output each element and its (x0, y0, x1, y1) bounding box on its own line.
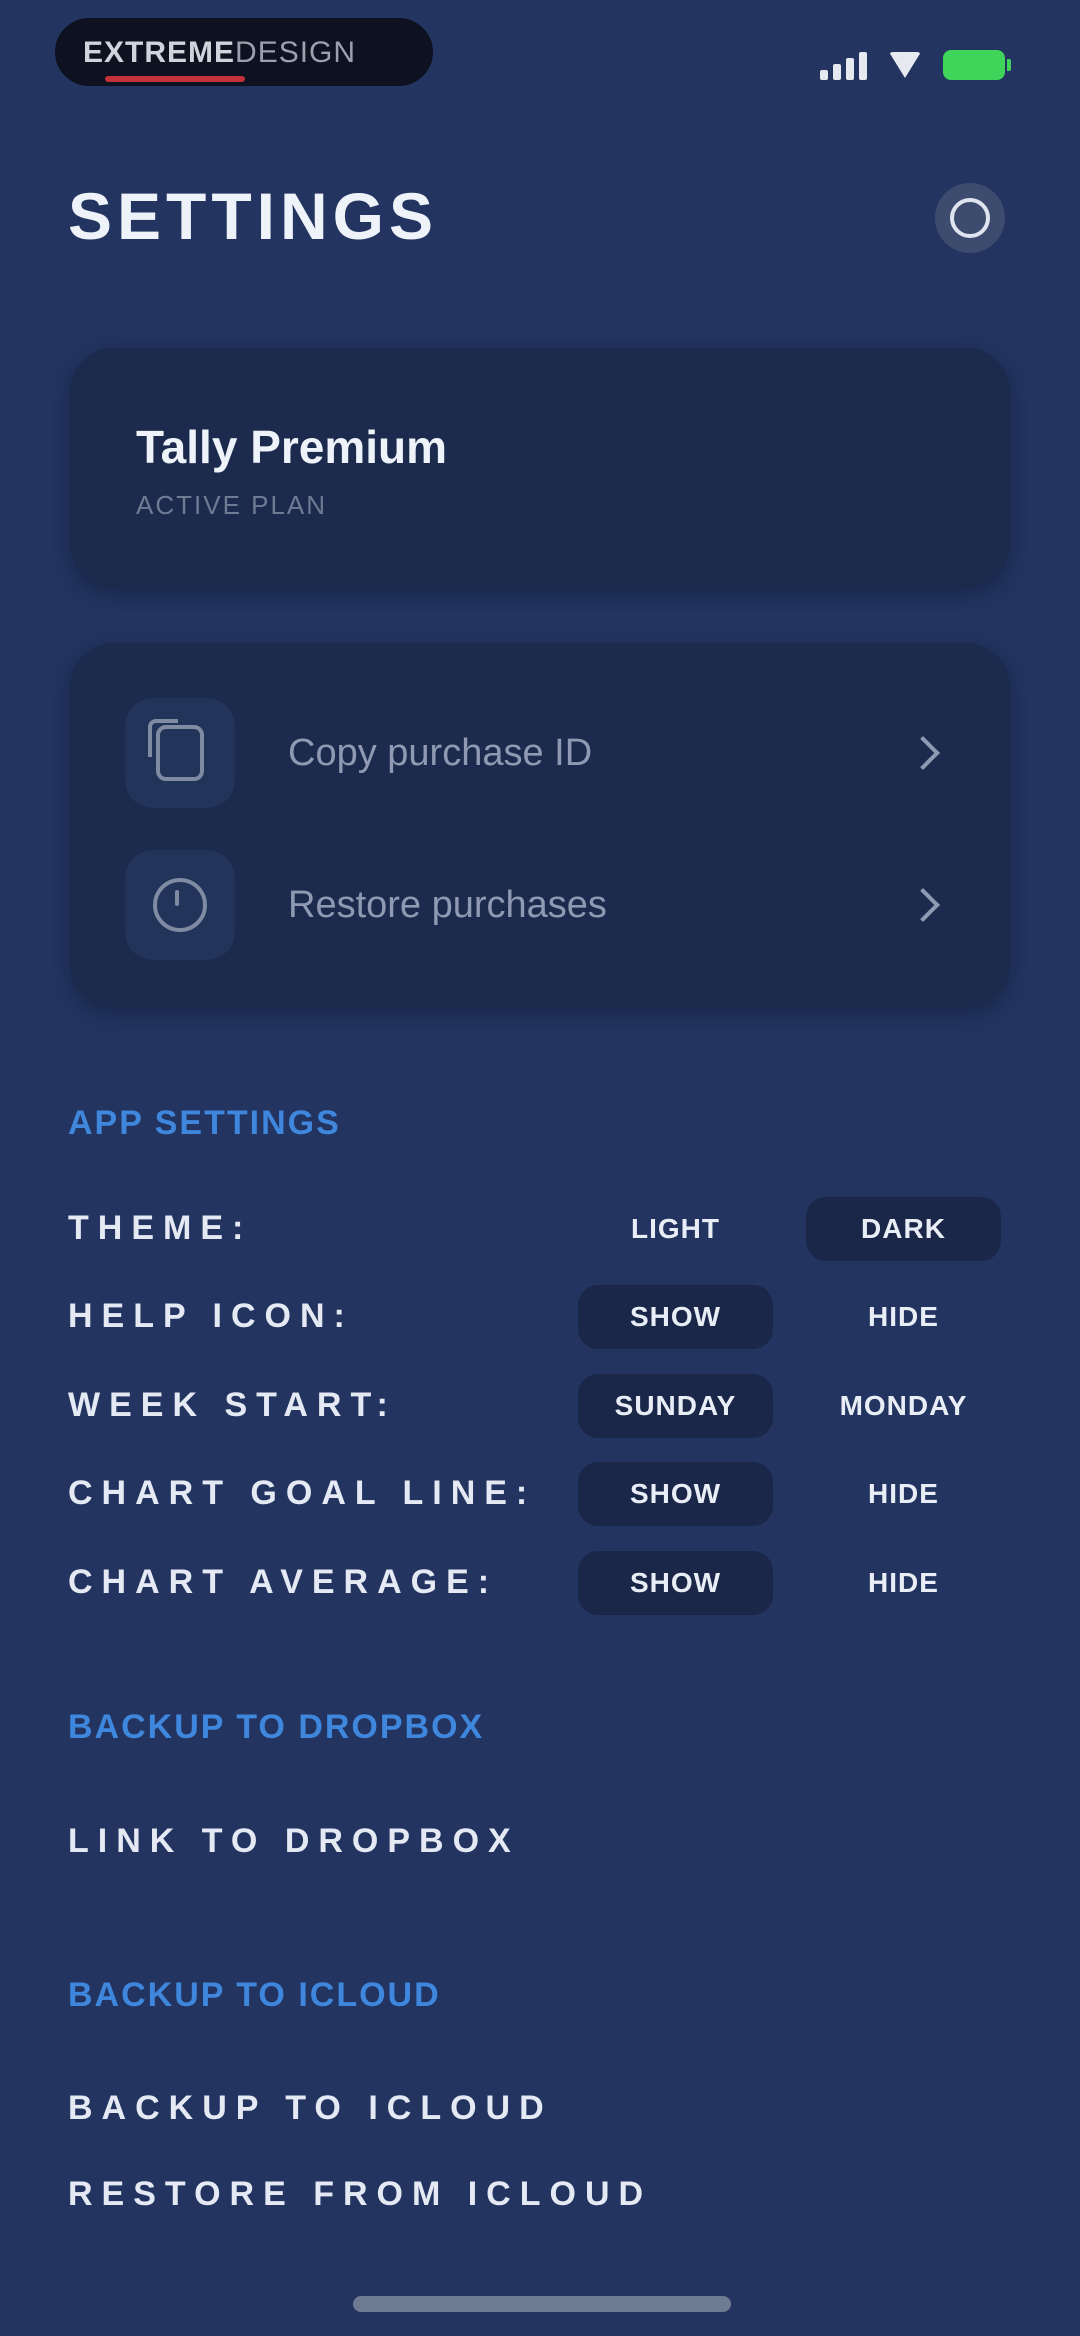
signal-icon (820, 50, 867, 80)
chevron-right-icon (906, 888, 940, 922)
icloud-header: BACKUP TO ICLOUD (68, 1976, 441, 2014)
help-icon-show-option[interactable]: SHOW (578, 1285, 773, 1349)
help-circle-icon (950, 198, 990, 238)
copy-icon (125, 698, 235, 808)
theme-dark-option[interactable]: DARK (806, 1197, 1001, 1261)
page-title: SETTINGS (68, 179, 439, 253)
restore-purchases-label: Restore purchases (288, 883, 607, 926)
help-icon-label: HELP ICON: (68, 1297, 354, 1335)
help-button[interactable] (935, 183, 1005, 253)
premium-subtitle: ACTIVE PLAN (136, 490, 328, 520)
restore-purchases-row[interactable]: Restore purchases (125, 845, 955, 965)
chart-goal-line-label: CHART GOAL LINE: (68, 1474, 537, 1512)
theme-label: THEME: (68, 1209, 253, 1247)
chart-goal-line-show-option[interactable]: SHOW (578, 1462, 773, 1526)
week-start-monday-option[interactable]: MONDAY (806, 1374, 1001, 1438)
restore-icon (125, 850, 235, 960)
premium-title: Tally Premium (136, 421, 448, 473)
dropbox-header: BACKUP TO DROPBOX (68, 1708, 485, 1746)
restore-from-icloud-button[interactable]: RESTORE FROM ICLOUD (68, 2175, 652, 2214)
copy-purchase-id-label: Copy purchase ID (288, 731, 593, 774)
status-bar: EXTREMEDESIGN (0, 0, 1080, 110)
week-start-label: WEEK START: (68, 1386, 397, 1424)
chevron-right-icon (906, 736, 940, 770)
week-start-sunday-option[interactable]: SUNDAY (578, 1374, 773, 1438)
home-indicator[interactable] (353, 2296, 731, 2312)
wifi-icon (889, 52, 921, 78)
logo-bold: EXTREME (83, 36, 236, 69)
battery-icon (943, 50, 1011, 80)
chart-average-label: CHART AVERAGE: (68, 1563, 499, 1601)
link-to-dropbox-button[interactable]: LINK TO DROPBOX (68, 1822, 520, 1861)
copy-purchase-id-row[interactable]: Copy purchase ID (125, 693, 955, 813)
app-settings-header: APP SETTINGS (68, 1104, 341, 1142)
logo-underline (105, 76, 245, 82)
app-logo: EXTREMEDESIGN (55, 18, 433, 86)
logo-text: EXTREMEDESIGN (83, 36, 356, 70)
chart-goal-line-hide-option[interactable]: HIDE (806, 1462, 1001, 1526)
backup-to-icloud-button[interactable]: BACKUP TO ICLOUD (68, 2089, 553, 2128)
chart-average-show-option[interactable]: SHOW (578, 1551, 773, 1615)
chart-average-hide-option[interactable]: HIDE (806, 1551, 1001, 1615)
status-icons (820, 50, 1011, 80)
purchase-actions-card: Copy purchase ID Restore purchases (70, 643, 1010, 1008)
help-icon-hide-option[interactable]: HIDE (806, 1285, 1001, 1349)
premium-card[interactable]: Tally Premium ACTIVE PLAN (70, 348, 1010, 588)
logo-light: DESIGN (235, 36, 357, 69)
theme-light-option[interactable]: LIGHT (578, 1197, 773, 1261)
